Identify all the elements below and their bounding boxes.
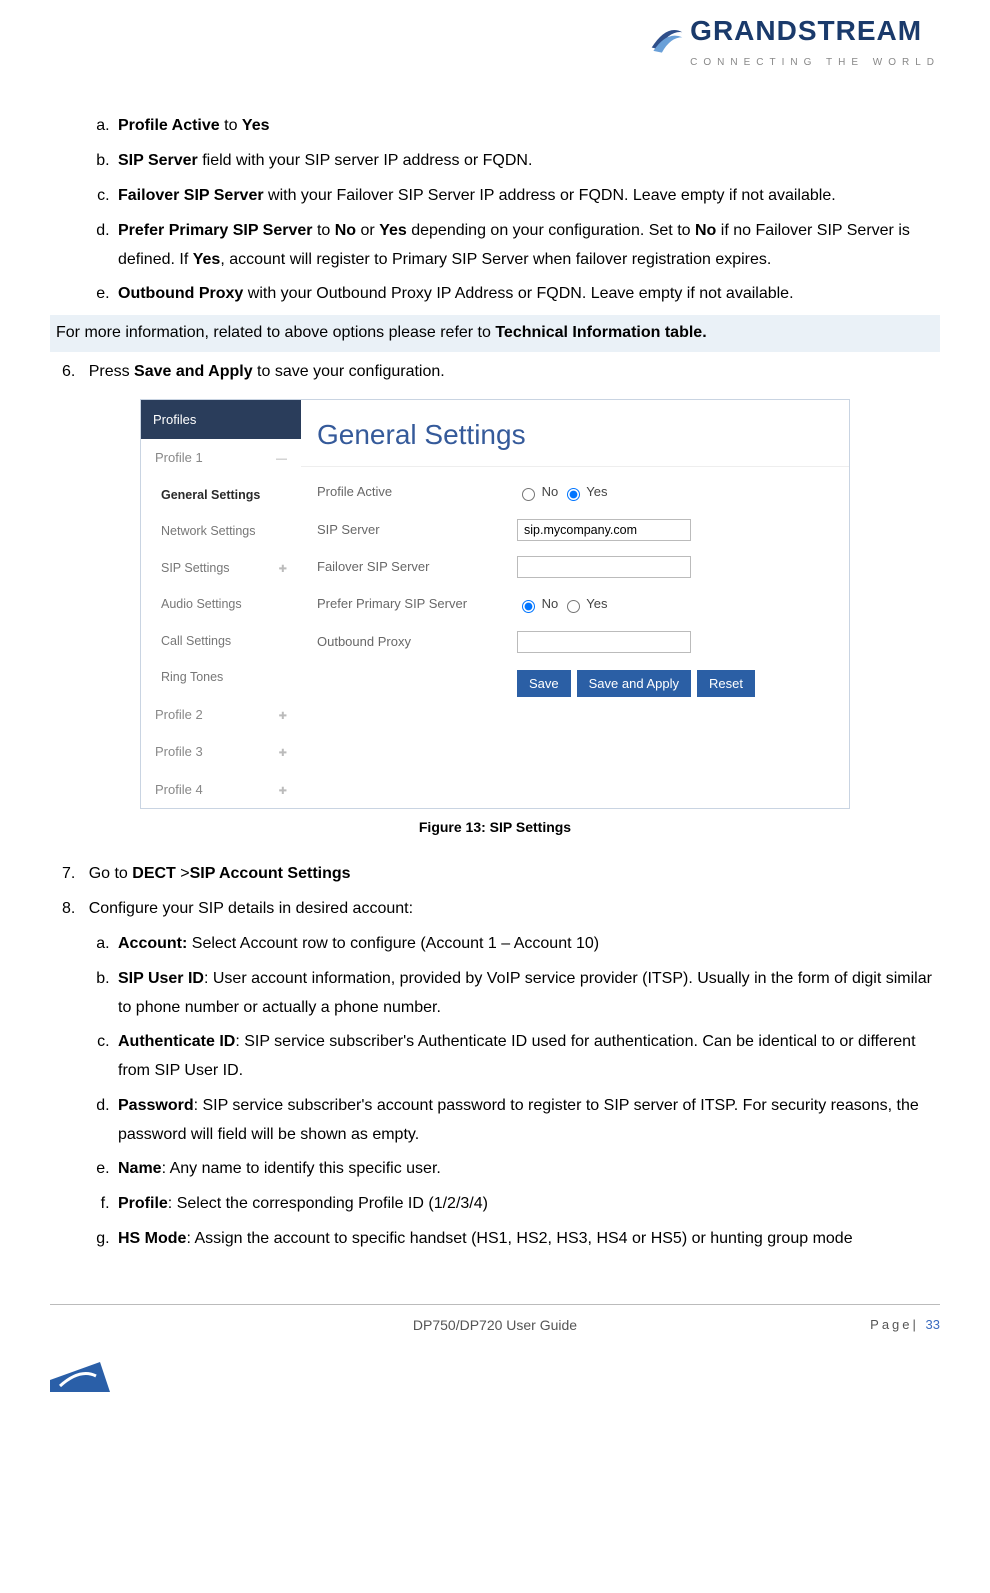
control-prefer: No Yes <box>517 592 833 615</box>
item-profile-active: Profile Active to Yes <box>114 112 940 141</box>
control-profile-active: No Yes <box>517 480 833 503</box>
item-prefer-primary: Prefer Primary SIP Server to No or Yes d… <box>114 217 940 275</box>
info-note: For more information, related to above o… <box>50 315 940 352</box>
item-failover: Failover SIP Server with your Failover S… <box>114 182 940 211</box>
sidebar-item-profile2[interactable]: Profile 2 <box>141 696 301 733</box>
input-failover[interactable] <box>517 556 691 578</box>
panel-title: General Settings <box>301 400 849 467</box>
config-sublist-1: Profile Active to Yes SIP Server field w… <box>50 112 940 309</box>
brand-header: GRANDSTREAM CONNECTING THE WORLD <box>50 6 940 72</box>
item-password: Password: SIP service subscriber's accou… <box>114 1092 940 1150</box>
sidebar-sub-ring[interactable]: Ring Tones <box>141 659 301 696</box>
step-7: 7. Go to DECT >SIP Account Settings <box>50 860 940 889</box>
step-6: 6. Press Save and Apply to save your con… <box>50 358 940 387</box>
sidebar-item-profile4[interactable]: Profile 4 <box>141 771 301 808</box>
brand-tagline: CONNECTING THE WORLD <box>690 54 940 72</box>
label-outbound: Outbound Proxy <box>317 630 517 653</box>
item-auth-id: Authenticate ID: SIP service subscriber'… <box>114 1028 940 1086</box>
reset-button[interactable]: Reset <box>697 670 755 697</box>
figure-sip-settings: Profiles Profile 1 General Settings Netw… <box>140 399 850 809</box>
item-name: Name: Any name to identify this specific… <box>114 1155 940 1184</box>
label-failover: Failover SIP Server <box>317 555 517 578</box>
input-sip-server[interactable] <box>517 519 691 541</box>
radio-prefer-no[interactable] <box>522 600 535 613</box>
save-apply-button[interactable]: Save and Apply <box>577 670 691 697</box>
item-sip-server: SIP Server field with your SIP server IP… <box>114 147 940 176</box>
page-footer: DP750/DP720 User Guide Page| 33 <box>50 1304 940 1338</box>
expand-icon <box>279 703 287 726</box>
save-button[interactable]: Save <box>517 670 571 697</box>
expand-icon <box>279 557 287 580</box>
brand-name: GRANDSTREAM <box>690 15 922 46</box>
sidebar-item-profile1[interactable]: Profile 1 <box>141 439 301 477</box>
expand-icon <box>279 740 287 763</box>
radio-profile-active-yes[interactable] <box>567 488 580 501</box>
sidebar-sub-general[interactable]: General Settings <box>141 477 301 514</box>
label-profile-active: Profile Active <box>317 480 517 503</box>
sidebar-head-profiles[interactable]: Profiles <box>141 400 301 439</box>
item-sip-user-id: SIP User ID: User account information, p… <box>114 965 940 1023</box>
item-profile: Profile: Select the corresponding Profil… <box>114 1190 940 1219</box>
item-hs-mode: HS Mode: Assign the account to specific … <box>114 1225 940 1254</box>
brand-swoosh-icon <box>650 22 684 56</box>
expand-icon <box>279 778 287 801</box>
collapse-icon <box>276 446 287 470</box>
label-prefer-primary: Prefer Primary SIP Server <box>317 592 517 615</box>
label-sip-server: SIP Server <box>317 518 517 541</box>
item-outbound-proxy: Outbound Proxy with your Outbound Proxy … <box>114 280 940 309</box>
sidebar-sub-call[interactable]: Call Settings <box>141 623 301 660</box>
footer-title: DP750/DP720 User Guide <box>190 1313 800 1338</box>
radio-prefer-yes[interactable] <box>567 600 580 613</box>
sidebar-sub-audio[interactable]: Audio Settings <box>141 586 301 623</box>
sidebar-item-profile3[interactable]: Profile 3 <box>141 733 301 770</box>
step-8: 8. Configure your SIP details in desired… <box>50 895 940 924</box>
radio-profile-active-no[interactable] <box>522 488 535 501</box>
sidebar-sub-sip[interactable]: SIP Settings <box>141 550 301 587</box>
figure-sidebar: Profiles Profile 1 General Settings Netw… <box>141 400 301 808</box>
figure-main-panel: General Settings Profile Active No Yes S… <box>301 400 849 808</box>
config-sublist-2: Account: Select Account row to configure… <box>50 930 940 1254</box>
item-account: Account: Select Account row to configure… <box>114 930 940 959</box>
footer-page: Page| 33 <box>800 1313 940 1338</box>
figure-caption: Figure 13: SIP Settings <box>50 815 940 840</box>
sidebar-sub-network[interactable]: Network Settings <box>141 513 301 550</box>
footer-badge-icon <box>50 1362 110 1392</box>
input-outbound[interactable] <box>517 631 691 653</box>
